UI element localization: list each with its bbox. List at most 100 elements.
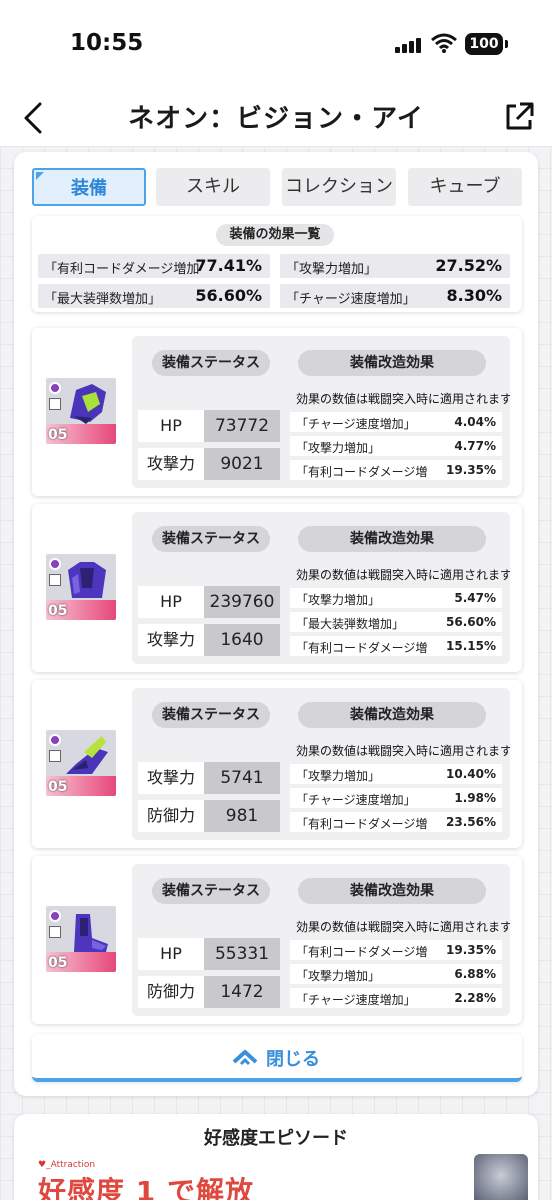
stat-value: 239760	[204, 586, 280, 618]
stat-key: 攻撃力	[138, 448, 204, 480]
status-header: 装備ステータス	[152, 702, 270, 728]
helmet-gear-icon	[70, 384, 106, 424]
mod-label: 「チャージ速度増加」	[296, 993, 416, 1007]
effect-label: 「攻撃力増加」	[286, 262, 378, 277]
status-header: 装備ステータス	[152, 350, 270, 376]
mod-label: 「攻撃力増加」	[296, 441, 381, 455]
stat-value: 9021	[204, 448, 280, 480]
class-badge-icon	[49, 750, 61, 762]
manufacturer-badge-icon	[49, 910, 61, 922]
unlock-condition: 好感度 1 で解放	[38, 1175, 254, 1200]
mod-row: 「有利コードダメージ増 19.35%	[290, 940, 502, 960]
mod-row: 「有利コードダメージ増 23.56%	[290, 812, 502, 832]
gear-card-body[interactable]: 05 装備ステータス 装備改造効果 HP 239760 攻撃力 1640 効果の…	[32, 504, 522, 672]
character-avatar[interactable]	[474, 1154, 528, 1200]
tab-cube[interactable]: キューブ	[408, 168, 522, 206]
mod-value: 1.98%	[454, 791, 496, 805]
mod-note: 効果の数値は戦闘突入時に適用されます	[296, 744, 510, 758]
stat-value: 981	[204, 800, 280, 832]
back-arrow-icon[interactable]	[18, 100, 50, 136]
gear-detail: 装備ステータス 装備改造効果 HP 55331 防御力 1472 効果の数値は戦…	[132, 864, 510, 1016]
close-label: 閉じる	[266, 1049, 320, 1070]
status-header: 装備ステータス	[152, 526, 270, 552]
stat-key: 防御力	[138, 800, 204, 832]
gear-level: 05	[48, 427, 68, 443]
gear-card-head[interactable]: 05 装備ステータス 装備改造効果 HP 73772 攻撃力 9021 効果の数…	[32, 328, 522, 496]
share-external-icon[interactable]	[502, 100, 536, 134]
summary-effect: 「チャージ速度増加」 8.30%	[280, 284, 510, 308]
manufacturer-badge-icon	[49, 382, 61, 394]
mod-value: 15.15%	[446, 639, 496, 653]
tab-equipment[interactable]: 装備	[32, 168, 146, 206]
class-badge-icon	[49, 398, 61, 410]
effect-label: 「チャージ速度増加」	[286, 292, 416, 307]
stat-key: 攻撃力	[138, 762, 204, 794]
mod-label: 「有利コードダメージ増	[296, 945, 428, 959]
mod-label: 「有利コードダメージ増	[296, 641, 428, 655]
affection-episode-panel: 好感度エピソード ♥_Attraction 好感度 1 で解放	[14, 1114, 538, 1200]
stat-value: 1472	[204, 976, 280, 1008]
mod-note: 効果の数値は戦闘突入時に適用されます	[296, 568, 510, 582]
mod-label: 「チャージ速度増加」	[296, 417, 416, 431]
gear-card-arm[interactable]: 05 装備ステータス 装備改造効果 攻撃力 5741 防御力 981 効果の数値…	[32, 680, 522, 848]
gear-thumbnail[interactable]: 05	[46, 378, 116, 444]
mod-row: 「チャージ速度増加」 2.28%	[290, 988, 502, 1008]
mod-label: 「チャージ速度増加」	[296, 793, 416, 807]
mod-row: 「最大装弾数増加」 56.60%	[290, 612, 502, 632]
gear-thumbnail[interactable]: 05	[46, 554, 116, 620]
battery-icon: 100	[465, 33, 503, 55]
tab-collection[interactable]: コレクション	[282, 168, 396, 206]
chevron-up-icon	[232, 1050, 258, 1066]
mod-label: 「攻撃力増加」	[296, 969, 381, 983]
boots-gear-icon	[74, 914, 108, 952]
gear-stat: 防御力 981	[138, 800, 280, 832]
mod-value: 4.77%	[454, 439, 496, 453]
mod-value: 2.28%	[454, 991, 496, 1005]
wifi-icon	[431, 33, 457, 53]
mod-value: 19.35%	[446, 463, 496, 477]
effect-label: 「有利コードダメージ増加	[44, 262, 200, 277]
equipment-effects-summary: 装備の効果一覧 「有利コードダメージ増加 77.41% 「攻撃力増加」 27.5…	[32, 216, 522, 312]
close-button[interactable]: 閉じる	[32, 1034, 522, 1082]
gear-level: 05	[48, 603, 68, 619]
summary-title: 装備の効果一覧	[216, 224, 334, 246]
clock: 10:55	[70, 30, 144, 56]
gear-stat: 攻撃力 1640	[138, 624, 280, 656]
summary-effect: 「有利コードダメージ増加 77.41%	[38, 254, 270, 278]
gear-stat: 攻撃力 5741	[138, 762, 280, 794]
class-badge-icon	[49, 574, 61, 586]
mod-row: 「チャージ速度増加」 1.98%	[290, 788, 502, 808]
stat-value: 73772	[204, 410, 280, 442]
gear-thumbnail[interactable]: 05	[46, 730, 116, 796]
effect-value: 77.41%	[195, 256, 262, 275]
mod-row: 「攻撃力増加」 10.40%	[290, 764, 502, 784]
mod-header: 装備改造効果	[298, 350, 486, 376]
gear-thumbnail[interactable]: 05	[46, 906, 116, 972]
mod-value: 4.04%	[454, 415, 496, 429]
status-bar: 10:55 100	[0, 0, 552, 90]
mod-header: 装備改造効果	[298, 878, 486, 904]
gear-detail: 装備ステータス 装備改造効果 HP 73772 攻撃力 9021 効果の数値は戦…	[132, 336, 510, 488]
gear-card-leg[interactable]: 05 装備ステータス 装備改造効果 HP 55331 防御力 1472 効果の数…	[32, 856, 522, 1024]
effect-value: 56.60%	[195, 286, 262, 305]
attraction-tag: ♥_Attraction	[38, 1160, 96, 1170]
mod-value: 6.88%	[454, 967, 496, 981]
battery-tip	[505, 40, 508, 48]
gear-stat: HP 73772	[138, 410, 280, 442]
gauntlet-gear-icon	[66, 736, 108, 774]
mod-row: 「チャージ速度増加」 4.04%	[290, 412, 502, 432]
stat-value: 55331	[204, 938, 280, 970]
effect-value: 8.30%	[446, 286, 502, 305]
mod-header: 装備改造効果	[298, 526, 486, 552]
manufacturer-badge-icon	[49, 734, 61, 746]
mod-value: 23.56%	[446, 815, 496, 829]
gear-level: 05	[48, 955, 68, 971]
stat-value: 1640	[204, 624, 280, 656]
mod-row: 「有利コードダメージ増 15.15%	[290, 636, 502, 656]
stat-key: HP	[138, 410, 204, 442]
status-header: 装備ステータス	[152, 878, 270, 904]
mod-row: 「攻撃力増加」 4.77%	[290, 436, 502, 456]
mod-row: 「攻撃力増加」 6.88%	[290, 964, 502, 984]
tab-skill[interactable]: スキル	[156, 168, 270, 206]
mod-row: 「攻撃力増加」 5.47%	[290, 588, 502, 608]
